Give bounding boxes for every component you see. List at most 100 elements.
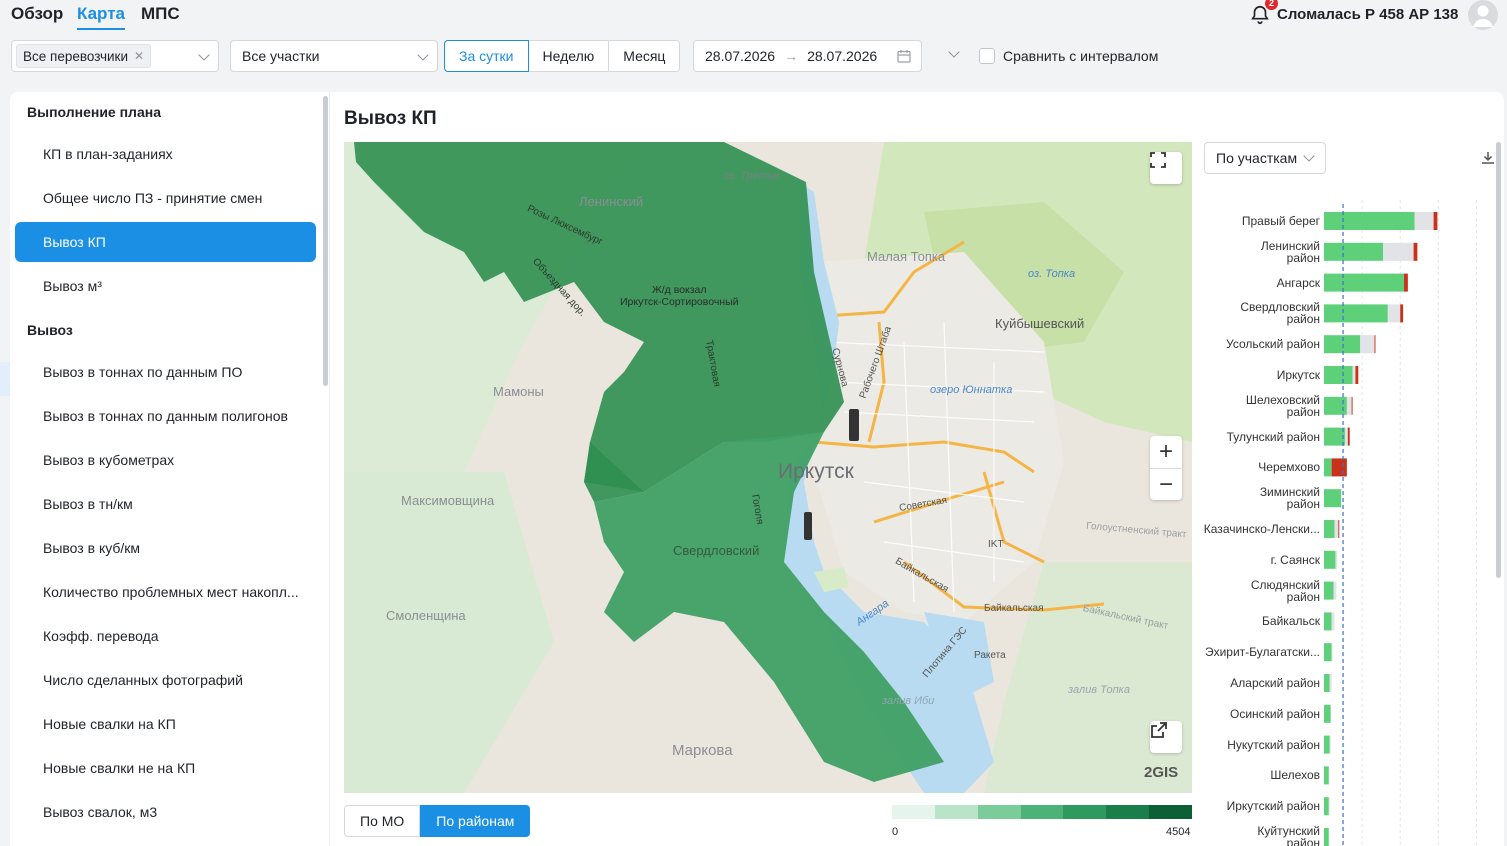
chart-bar-segment[interactable]	[1324, 335, 1361, 354]
chart-bar-segment[interactable]	[1324, 212, 1415, 230]
chart-bar-segment[interactable]	[1346, 396, 1352, 415]
top-nav: Обзор Карта МПС 2 Сломалась Р 458 АР 138	[0, 0, 1507, 32]
period-month-button[interactable]: Месяц	[608, 40, 681, 72]
chart-bar-segment[interactable]	[1338, 520, 1340, 538]
sidebar-scrollbar[interactable]	[323, 96, 328, 386]
chart-bar-segment[interactable]	[1331, 458, 1347, 477]
expand-chevron-icon[interactable]	[948, 46, 960, 58]
period-switcher: За сутки Неделю Месяц	[444, 40, 681, 72]
compare-checkbox[interactable]	[979, 48, 995, 64]
chart-bar-segment[interactable]	[1324, 366, 1353, 384]
chart-bar-segment[interactable]	[1351, 396, 1353, 415]
toggle-by-mo[interactable]: По МО	[344, 805, 421, 837]
chart-bar-segment[interactable]	[1414, 212, 1434, 230]
sections-select[interactable]: Все участки	[230, 40, 438, 72]
map-label-sverdlovsky: Свердловский	[673, 543, 760, 558]
chart-bar-segment[interactable]	[1324, 273, 1405, 292]
date-range-picker[interactable]: 28.07.2026 → 28.07.2026	[693, 40, 922, 72]
chart-bar-segment[interactable]	[1324, 304, 1388, 323]
chart-bar-segment[interactable]	[1324, 766, 1329, 785]
chart-bar-segment[interactable]	[1331, 612, 1335, 631]
carrier-select[interactable]: Все перевозчики ✕	[11, 40, 219, 72]
chart-bar-segment[interactable]	[1335, 550, 1338, 569]
chart-category-label: Казачинско-Ленски...	[1204, 522, 1320, 536]
chart-bar-segment[interactable]	[1331, 643, 1333, 662]
chart-bar-segment[interactable]	[1333, 581, 1337, 600]
chart-bar-segment[interactable]	[1324, 520, 1335, 538]
area-toggle: По МО По районам	[344, 805, 531, 837]
chart-bar-segment[interactable]	[1324, 735, 1330, 754]
chart-bar-segment[interactable]	[1387, 304, 1401, 323]
chart-bar-segment[interactable]	[1324, 612, 1332, 631]
tab-map[interactable]: Карта	[77, 4, 125, 30]
menu-item-tons-po[interactable]: Вывоз в тоннах по данным ПО	[15, 352, 316, 392]
chart-bar-segment[interactable]	[1328, 797, 1330, 816]
chart-bar-segment[interactable]	[1344, 427, 1348, 446]
menu-item-tn-km[interactable]: Вывоз в тн/км	[15, 484, 316, 524]
menu-item-dumps-not-kp[interactable]: Новые свалки не на КП	[15, 748, 316, 788]
toggle-by-districts[interactable]: По районам	[420, 805, 531, 837]
chart-bar-segment[interactable]	[1324, 396, 1347, 415]
map[interactable]: Ленинский Ж/д вокзал Иркутск-Сортировочн…	[344, 142, 1192, 793]
alert-text[interactable]: Сломалась Р 458 АР 138	[1277, 6, 1458, 23]
chart-bar-segment[interactable]	[1324, 489, 1342, 508]
chart-bar-segment[interactable]	[1324, 242, 1384, 261]
legend-swatch	[1020, 805, 1064, 819]
menu-item-cub-km[interactable]: Вывоз в куб/км	[15, 528, 316, 568]
period-day-button[interactable]: За сутки	[444, 40, 529, 72]
menu-item-dumps-kp[interactable]: Новые свалки на КП	[15, 704, 316, 744]
chart-bar-segment[interactable]	[1383, 242, 1414, 261]
chart-bar-segment[interactable]	[1404, 273, 1408, 292]
compare-label[interactable]: Сравнить с интервалом	[1003, 48, 1158, 64]
chart-bar-segment[interactable]	[1413, 242, 1418, 261]
chart-bar-segment[interactable]	[1324, 458, 1332, 477]
zoom-in-button[interactable]: +	[1150, 436, 1182, 468]
close-icon[interactable]: ✕	[134, 49, 144, 63]
date-to[interactable]: 28.07.2026	[807, 48, 877, 64]
chart-bar-segment[interactable]	[1324, 581, 1334, 600]
map-label-malaya-topka: Малая Топка	[867, 249, 946, 264]
tab-mps[interactable]: МПС	[141, 4, 180, 24]
menu-item-vyvoz-m3[interactable]: Вывоз м³	[15, 266, 316, 306]
chart-bar-segment[interactable]	[1324, 704, 1331, 723]
chart-bar-segment[interactable]	[1324, 828, 1329, 846]
menu-item-pz-shifts[interactable]: Общее число ПЗ - принятие смен	[15, 178, 316, 218]
tab-overview[interactable]: Обзор	[11, 4, 63, 24]
chart-bar-segment[interactable]	[1324, 427, 1345, 446]
chart-bar-segment[interactable]	[1374, 335, 1376, 354]
menu-item-kp-plan[interactable]: КП в план-заданиях	[15, 134, 316, 174]
chart-bar-segment[interactable]	[1347, 427, 1350, 446]
download-icon[interactable]	[1480, 150, 1496, 166]
chart-bar-segment[interactable]	[1433, 212, 1438, 230]
carrier-chip-label: Все перевозчики	[23, 48, 128, 64]
legend-swatch	[977, 805, 1021, 819]
date-from[interactable]: 28.07.2026	[705, 48, 775, 64]
chart-bar-segment[interactable]	[1324, 674, 1330, 692]
menu-item-dumps-m3[interactable]: Вывоз свалок, м3	[15, 792, 316, 832]
period-week-button[interactable]: Неделю	[527, 40, 610, 72]
chart-bar-segment[interactable]	[1324, 550, 1336, 569]
chart-bar-segment[interactable]	[1324, 643, 1332, 662]
map-label-baikalskaya-2: Байкальская	[984, 603, 1044, 614]
menu-item-problem-places[interactable]: Количество проблемных мест накопл...	[15, 572, 316, 612]
chart-bar-segment[interactable]	[1329, 735, 1331, 754]
menu-item-vyvoz-kp[interactable]: Вывоз КП	[15, 222, 316, 262]
chart-bar-segment[interactable]	[1360, 335, 1375, 354]
grouping-dropdown[interactable]: По участкам	[1204, 142, 1326, 174]
chart-bar-segment[interactable]	[1400, 304, 1404, 323]
zoom-out-button[interactable]: −	[1150, 469, 1182, 501]
legend-swatch	[892, 805, 935, 819]
avatar[interactable]	[1468, 0, 1498, 30]
chart-scrollbar[interactable]	[1496, 142, 1501, 578]
open-external-button[interactable]	[1150, 721, 1182, 753]
chart-bar-segment[interactable]	[1334, 520, 1339, 538]
menu-item-photos[interactable]: Число сделанных фотографий	[15, 660, 316, 700]
chart-bar-segment[interactable]	[1355, 366, 1359, 384]
chart-bar-segment[interactable]	[1329, 674, 1332, 692]
chart-bar-segment[interactable]	[1324, 797, 1329, 816]
menu-item-conversion[interactable]: Коэфф. перевода	[15, 616, 316, 656]
chart-bar-segment[interactable]	[1352, 366, 1356, 384]
fullscreen-button[interactable]	[1150, 152, 1182, 184]
menu-item-cubic[interactable]: Вывоз в кубометрах	[15, 440, 316, 480]
menu-item-tons-polygons[interactable]: Вывоз в тоннах по данным полигонов	[15, 396, 316, 436]
